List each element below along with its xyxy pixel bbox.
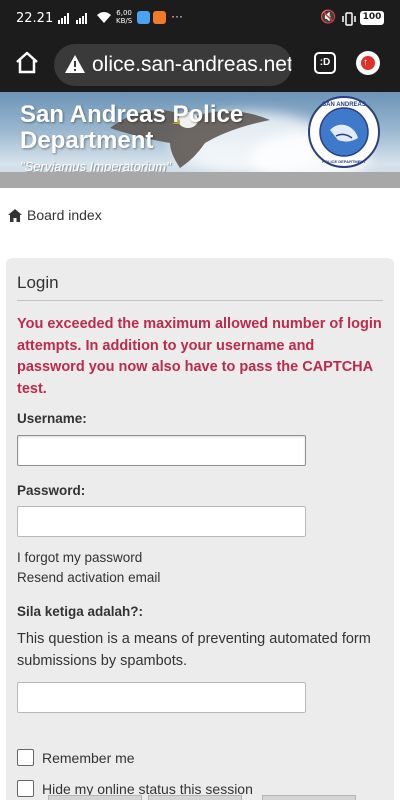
wifi-icon [97, 12, 111, 23]
remember-me-row[interactable]: Remember me [17, 749, 135, 766]
username-label: Username: [17, 411, 87, 426]
warning-icon[interactable] [64, 54, 86, 74]
signal-icon [76, 13, 87, 24]
divider [17, 300, 383, 301]
arrow-up-icon: ↑ [363, 57, 368, 68]
battery-icon: 100 [360, 11, 384, 25]
seal-top-text: SAN ANDREAS [322, 102, 366, 108]
signal-icon [58, 13, 69, 24]
resend-activation-link[interactable]: Resend activation email [17, 570, 160, 585]
net-speed-value: 6,00 [116, 9, 132, 17]
url-text[interactable]: olice.san-andreas.net [92, 53, 292, 77]
captcha-answer-input[interactable] [17, 682, 306, 713]
address-bar[interactable]: olice.san-andreas.net [54, 44, 292, 86]
site-title[interactable]: San Andreas Police Department [20, 102, 280, 154]
vibrate-icon [342, 12, 356, 26]
department-seal-logo: SAN ANDREAS POLICE DEPARTMENT [308, 96, 380, 168]
login-button[interactable] [48, 795, 142, 800]
remember-me-label: Remember me [42, 749, 135, 766]
password-input[interactable] [17, 506, 306, 537]
home-icon[interactable] [12, 48, 42, 78]
more-notifications-icon: ··· [171, 9, 183, 23]
site-header: San Andreas Police Department "Serviamus… [0, 92, 400, 188]
username-input[interactable] [17, 435, 306, 466]
remember-me-checkbox[interactable] [17, 749, 34, 766]
update-button[interactable]: ↑ [356, 51, 380, 75]
forgot-password-link[interactable]: I forgot my password [17, 550, 142, 565]
net-speed: 6,00 KB/S [116, 9, 132, 25]
app-notification-icon [137, 11, 150, 24]
header-bottom-bar [0, 172, 400, 188]
password-label: Password: [17, 483, 86, 498]
breadcrumb-board-index[interactable]: Board index [27, 207, 102, 223]
captcha-explanation: This question is a means of preventing a… [17, 631, 371, 669]
tab-switcher-button[interactable]: :D [314, 52, 336, 74]
login-title: Login [17, 273, 59, 292]
app-notification-icon [153, 11, 166, 24]
mute-icon: 🔇 [320, 9, 337, 24]
browser-toolbar: olice.san-andreas.net :D ↑ [0, 38, 400, 92]
hide-online-status-checkbox[interactable] [17, 780, 34, 797]
status-bar: 22.21 6,00 KB/S ··· 🔇 100 [0, 0, 400, 38]
login-error-message: You exceeded the maximum allowed number … [17, 316, 382, 397]
net-speed-unit: KB/S [116, 17, 133, 25]
seal-bottom-text: POLICE DEPARTMENT [322, 159, 366, 164]
home-icon [8, 208, 22, 222]
captcha-label: Sila ketiga adalah?: [17, 604, 144, 619]
status-time: 22.21 [16, 11, 54, 26]
form-button[interactable] [262, 795, 356, 800]
breadcrumb[interactable]: Board index [8, 207, 102, 223]
form-button[interactable] [148, 795, 242, 800]
